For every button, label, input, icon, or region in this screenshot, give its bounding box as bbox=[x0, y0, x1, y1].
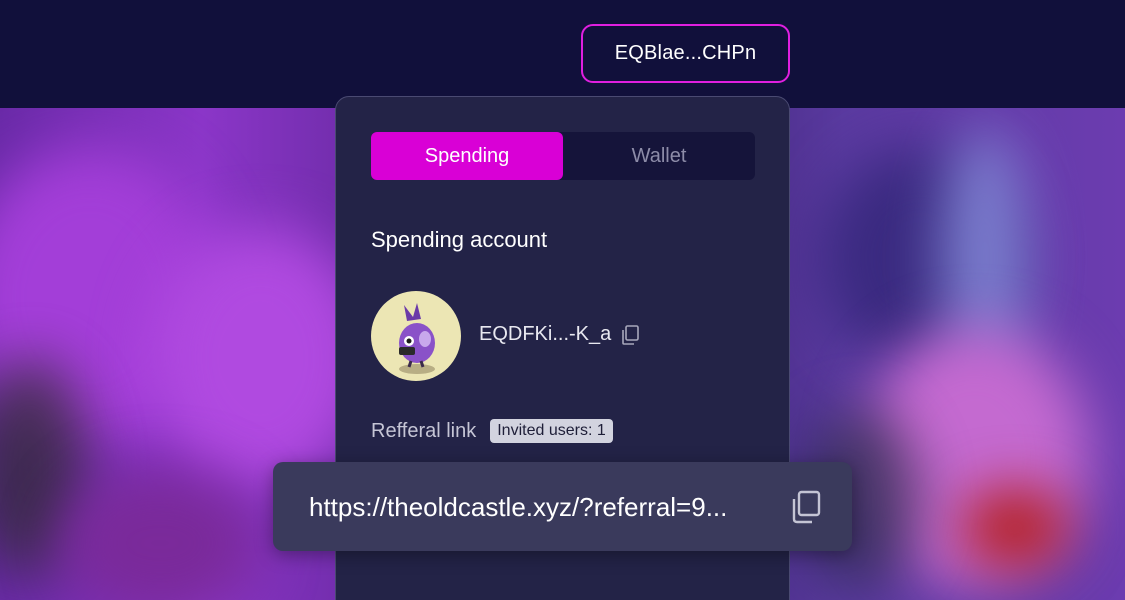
avatar bbox=[371, 291, 461, 381]
referral-link-text: https://theoldcastle.xyz/?referral=9... bbox=[309, 492, 728, 522]
account-tabs: Spending Wallet bbox=[371, 132, 755, 180]
account-address-text: EQDFKi...-K_a bbox=[479, 323, 612, 345]
referral-label: Refferal link bbox=[371, 419, 477, 442]
tab-wallet[interactable]: Wallet bbox=[563, 132, 755, 180]
purple-bird-icon bbox=[399, 303, 435, 374]
copy-icon[interactable] bbox=[621, 324, 640, 345]
referral-link-box: https://theoldcastle.xyz/?referral=9... bbox=[273, 462, 852, 551]
wallet-address-button[interactable]: EQBlae...CHPn bbox=[581, 24, 790, 83]
top-bar: EQBlae...CHPn bbox=[0, 0, 1125, 108]
account-address: EQDFKi...-K_a bbox=[479, 323, 640, 346]
copy-link-icon[interactable] bbox=[791, 490, 821, 524]
section-title: Spending account bbox=[371, 227, 548, 252]
referral-row: Refferal link Invited users: 1 bbox=[371, 419, 613, 443]
tab-spending[interactable]: Spending bbox=[371, 132, 563, 180]
invited-users-badge: Invited users: 1 bbox=[490, 419, 613, 443]
